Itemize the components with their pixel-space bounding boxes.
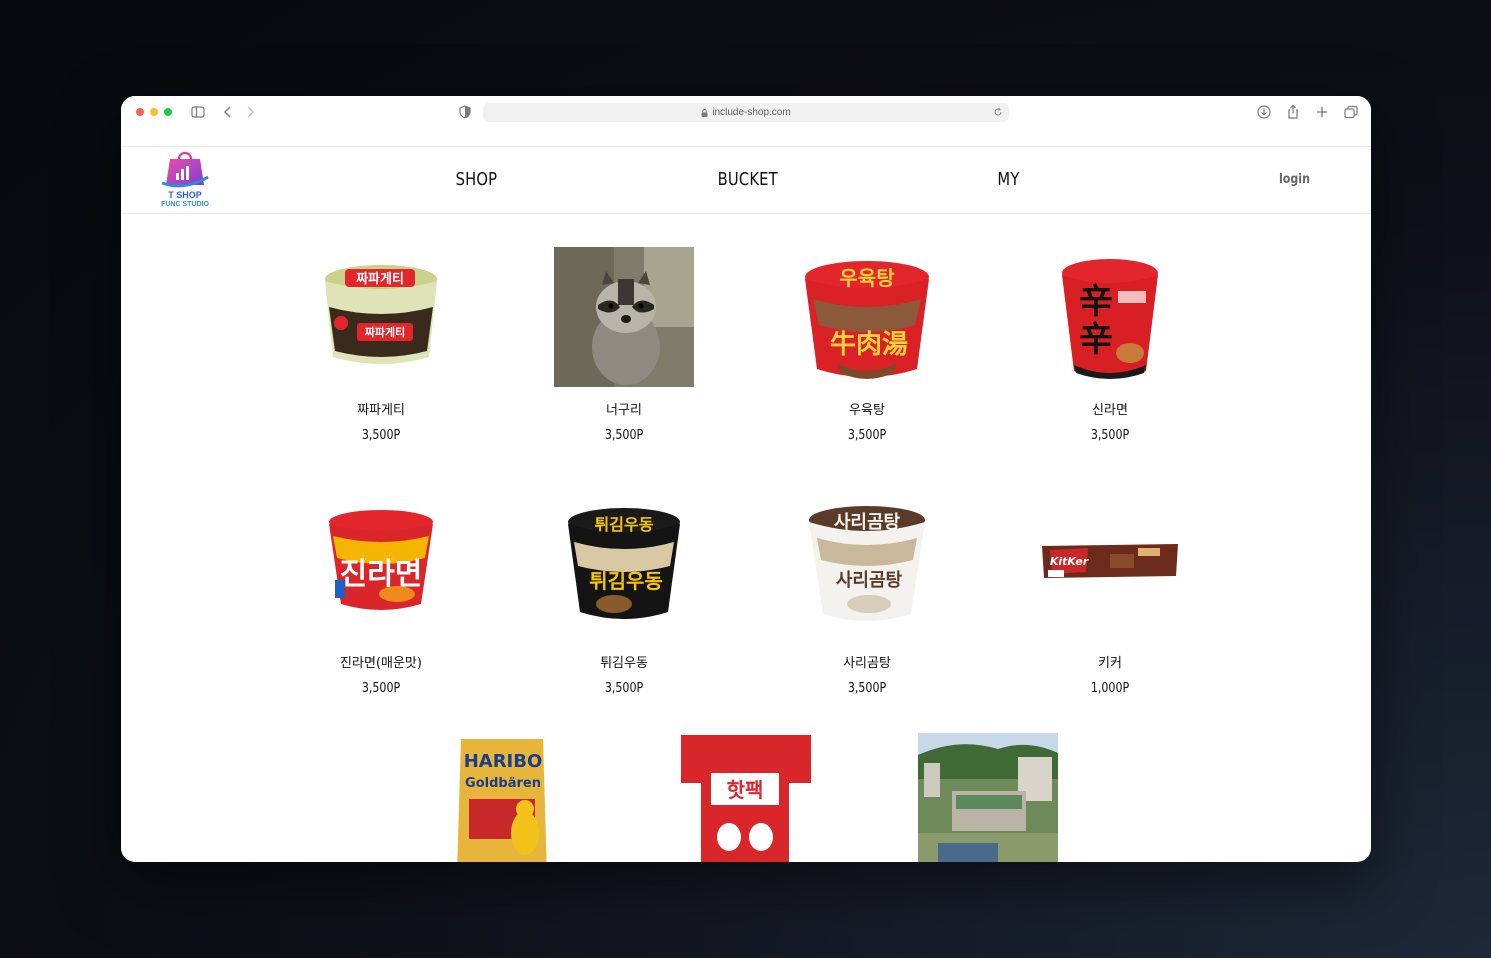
browser-toolbar: include-shop.com — [121, 96, 1371, 128]
svg-text:핫팩: 핫팩 — [727, 778, 764, 802]
product-image-jjapagetti[interactable]: 짜파게티 짜파게티 — [311, 247, 451, 387]
product-image-jin[interactable]: 진라면 — [311, 500, 451, 640]
product-price: 3,500P — [604, 428, 644, 443]
product-image-udon[interactable]: 튀김우동 튀김우동 — [554, 500, 694, 640]
new-tab-icon[interactable] — [1314, 104, 1330, 120]
product-price: 3,500P — [1090, 428, 1130, 443]
browser-window: include-shop.com T SHOP FUNC STUDIO SHOP… — [121, 96, 1371, 862]
svg-text:튀김우동: 튀김우동 — [589, 569, 663, 593]
product-price: 1,000P — [1090, 681, 1130, 696]
svg-text:辛: 辛 — [1079, 320, 1113, 360]
product-price: 3,500P — [847, 428, 887, 443]
product-card[interactable]: HARIBO Goldbären — [423, 733, 583, 862]
svg-text:짜파게티: 짜파게티 — [356, 271, 404, 287]
nav-my[interactable]: MY — [997, 169, 1019, 190]
product-card[interactable] — [908, 733, 1068, 862]
product-image-hotpack[interactable]: 핫팩 — [675, 733, 815, 862]
product-card[interactable]: 너구리 3,500P — [544, 247, 704, 443]
back-icon[interactable] — [220, 104, 236, 120]
product-card[interactable]: 진라면 진라면(매운맛) 3,500P — [301, 500, 461, 696]
product-image-raccoon[interactable] — [554, 247, 694, 387]
download-icon[interactable] — [1256, 104, 1272, 120]
address-bar[interactable]: include-shop.com — [483, 103, 1009, 122]
lock-icon — [701, 108, 708, 117]
privacy-shield-icon[interactable] — [457, 104, 473, 120]
svg-text:사리곰탕: 사리곰탕 — [834, 512, 901, 533]
shopping-bag-logo-icon — [161, 151, 209, 188]
product-image-sarigomtang[interactable]: 사리곰탕 사리곰탕 — [797, 500, 937, 640]
svg-text:짜파게티: 짜파게티 — [365, 325, 405, 339]
product-image-uyuktang[interactable]: 우육탕 牛肉湯 — [797, 247, 937, 387]
product-image-school-aerial[interactable] — [918, 733, 1058, 862]
product-image-kicker[interactable]: KitKer — [1040, 500, 1180, 640]
svg-text:사리곰탕: 사리곰탕 — [836, 570, 903, 591]
product-card[interactable]: KitKer 키커 1,000P — [1030, 500, 1190, 696]
tab-overview-icon[interactable] — [1343, 104, 1359, 120]
product-card[interactable]: 짜파게티 짜파게티 짜파게티 3,500P — [301, 247, 461, 443]
sidebar-icon[interactable] — [190, 104, 206, 120]
svg-text:HARIBO: HARIBO — [464, 751, 543, 772]
svg-text:Goldbären: Goldbären — [465, 776, 541, 791]
share-icon[interactable] — [1285, 104, 1301, 120]
product-name: 우육탕 — [849, 403, 885, 418]
minimize-window-button[interactable] — [150, 108, 158, 116]
site-header: T SHOP FUNC STUDIO SHOP BUCKET MY login — [121, 146, 1371, 214]
svg-text:KitKer: KitKer — [1050, 555, 1089, 568]
product-card[interactable]: 튀김우동 튀김우동 튀김우동 3,500P — [544, 500, 704, 696]
nav-bucket[interactable]: BUCKET — [718, 169, 778, 190]
svg-text:牛肉湯: 牛肉湯 — [830, 330, 908, 360]
svg-text:우육탕: 우육탕 — [839, 266, 895, 290]
logo-subtitle: FUNC STUDIO — [161, 201, 209, 208]
product-price: 3,500P — [361, 428, 401, 443]
product-price: 3,500P — [361, 681, 401, 696]
login-link[interactable]: login — [1279, 172, 1310, 187]
product-name: 사리곰탕 — [843, 656, 891, 671]
nav-shop[interactable]: SHOP — [456, 169, 498, 190]
forward-icon[interactable] — [242, 104, 258, 120]
logo-title: T SHOP — [168, 190, 202, 200]
svg-text:辛: 辛 — [1079, 282, 1113, 322]
product-image-haribo[interactable]: HARIBO Goldbären — [433, 733, 573, 862]
product-name: 신라면 — [1092, 403, 1128, 418]
site-logo[interactable]: T SHOP FUNC STUDIO — [158, 147, 212, 211]
product-name: 키커 — [1098, 656, 1122, 671]
svg-text:튀김우동: 튀김우동 — [595, 515, 654, 534]
product-card[interactable]: 사리곰탕 사리곰탕 사리곰탕 3,500P — [787, 500, 947, 696]
product-name: 튀김우동 — [600, 656, 648, 671]
reload-icon[interactable] — [993, 107, 1003, 117]
product-name: 짜파게티 — [357, 403, 405, 418]
product-price: 3,500P — [604, 681, 644, 696]
close-window-button[interactable] — [136, 108, 144, 116]
url-text: include-shop.com — [712, 107, 791, 118]
product-name: 진라면(매운맛) — [340, 656, 422, 671]
product-card[interactable]: 핫팩 — [665, 733, 825, 862]
product-price: 3,500P — [847, 681, 887, 696]
svg-text:진라면: 진라면 — [340, 557, 423, 592]
zoom-window-button[interactable] — [164, 108, 172, 116]
product-image-shin[interactable]: 辛 辛 — [1040, 247, 1180, 387]
product-card[interactable]: 辛 辛 신라면 3,500P — [1030, 247, 1190, 443]
product-card[interactable]: 우육탕 牛肉湯 우육탕 3,500P — [787, 247, 947, 443]
product-name: 너구리 — [606, 403, 642, 418]
